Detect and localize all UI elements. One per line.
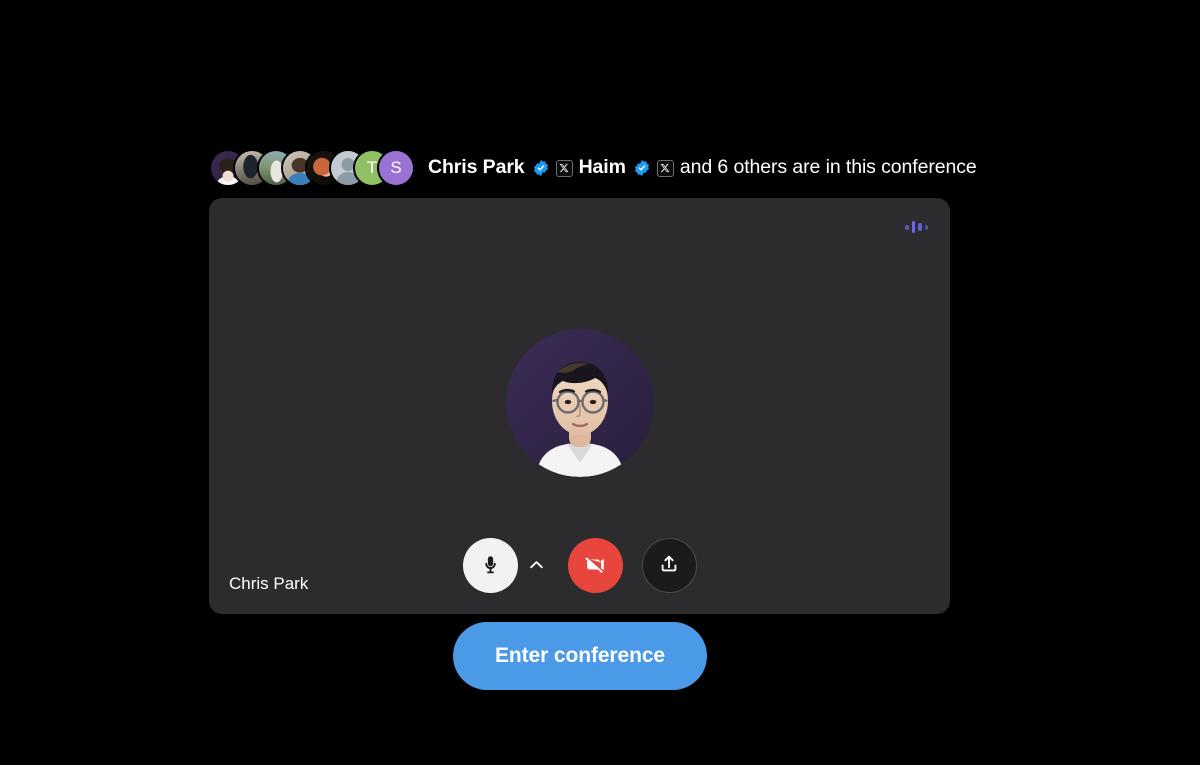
verified-check-icon xyxy=(532,159,550,177)
conference-participants-text: Chris Park Haim and 6 others are in this… xyxy=(428,158,977,178)
x-logo-icon xyxy=(656,159,674,177)
participant-name-primary: Chris Park xyxy=(428,156,525,179)
share-screen-button[interactable] xyxy=(641,538,697,593)
preview-controls xyxy=(209,538,950,593)
avatar-initial-label: T xyxy=(366,158,378,177)
camera-off-icon xyxy=(583,552,608,580)
video-preview-panel: Chris Park xyxy=(209,198,950,614)
camera-toggle-button[interactable] xyxy=(567,538,623,593)
chevron-up-icon xyxy=(527,555,546,577)
stack-avatar-8-initial: S xyxy=(377,149,415,187)
mic-options-button[interactable] xyxy=(520,544,554,588)
verified-check-icon xyxy=(633,159,651,177)
microphone-icon xyxy=(480,554,501,578)
avatar-initial-label: S xyxy=(390,158,402,177)
enter-conference-button[interactable]: Enter conference xyxy=(453,622,707,690)
conference-header: T S Chris Park Haim and 6 others are in … xyxy=(209,148,977,188)
participant-name-secondary: Haim xyxy=(578,156,626,179)
conference-prejoin-screen: T S Chris Park Haim and 6 others are in … xyxy=(0,0,1200,765)
share-upload-icon xyxy=(658,553,680,578)
mic-toggle-button[interactable] xyxy=(462,538,518,593)
audio-level-icon xyxy=(905,220,928,234)
self-avatar xyxy=(505,329,654,477)
participant-avatar-stack[interactable]: T S xyxy=(209,148,415,188)
participants-others-text: and 6 others are in this conference xyxy=(679,156,977,179)
self-name-label: Chris Park xyxy=(229,574,309,593)
x-logo-icon xyxy=(555,159,573,177)
